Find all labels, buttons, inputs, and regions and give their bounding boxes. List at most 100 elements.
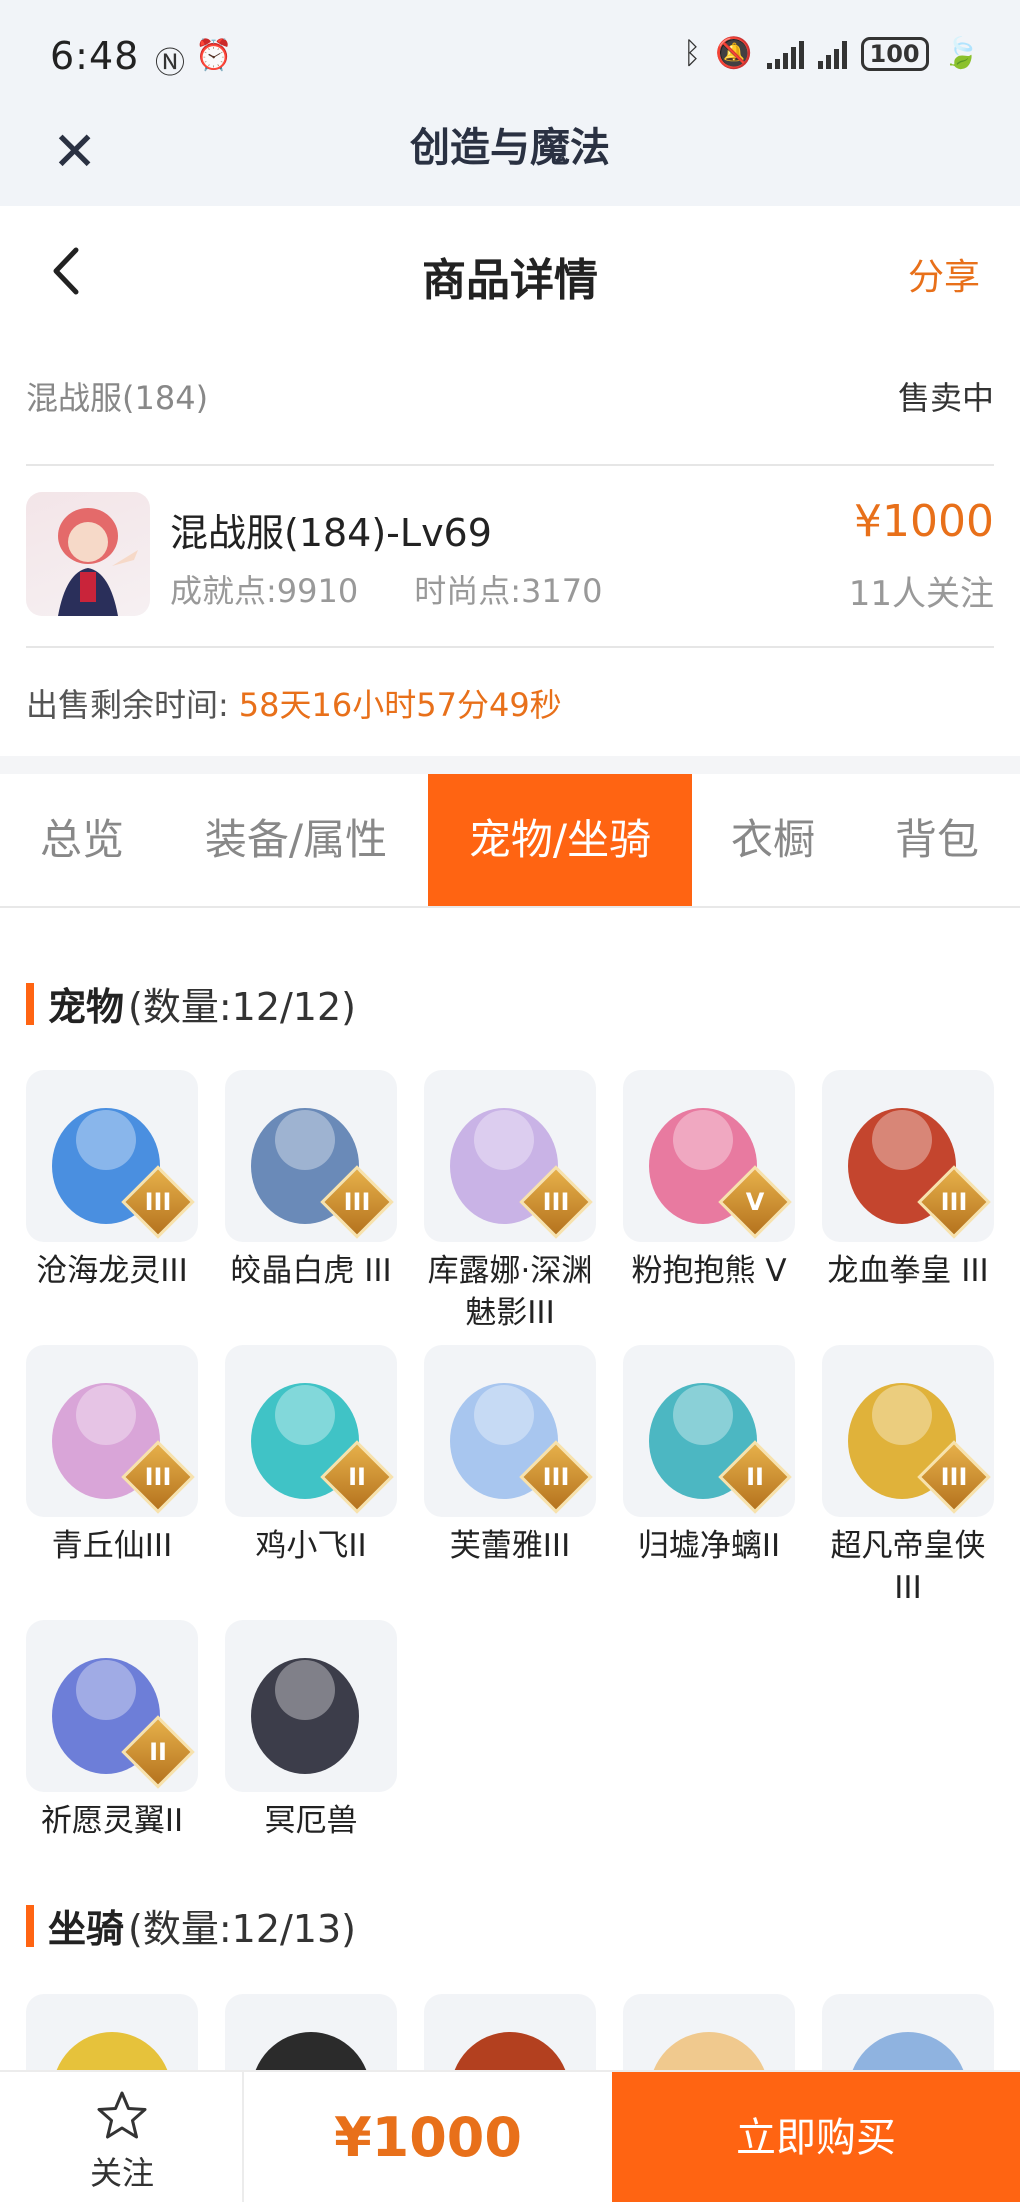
mount-item[interactable] [26,1994,198,2070]
status-time: 6:48 [50,34,140,78]
pet-name: 归墟净螭II [637,1528,781,1564]
pet-name: 祈愿灵翼II [40,1803,184,1839]
tier-label: III [144,1188,172,1216]
back-icon[interactable] [46,246,90,296]
battery-icon: 100 [860,36,929,71]
mount-item[interactable] [623,1994,795,2070]
share-button[interactable]: 分享 [908,248,980,300]
tier-label: II [348,1463,366,1491]
mounts-count: (数量:12/13) [128,1907,356,1951]
tab-backpack[interactable]: 背包 [854,774,1020,906]
tier-label: V [745,1188,765,1216]
remaining-time-value: 58天16小时57分49秒 [238,686,562,724]
mount-grid [26,1994,996,2070]
pet-item[interactable]: III 超凡帝皇侠III [822,1345,994,1609]
alarm-icon: ⏰ [195,38,233,73]
tier-label: II [149,1738,167,1766]
pet-thumbnail: III [822,1070,994,1242]
mount-thumbnail [225,1994,397,2070]
mounts-title: 坐骑 [48,1907,125,1951]
server-name: 混战服(184) [26,379,209,417]
mount-item[interactable] [225,1994,397,2070]
character-summary[interactable]: 混战服(184)-Lv69 成就点:9910 时尚点:3170 ¥1000 11… [26,466,994,648]
pet-name: 冥厄兽 [264,1803,358,1839]
server-row: 混战服(184) 售卖中 [26,368,994,466]
pet-item[interactable]: III 皎晶白虎 III [225,1070,397,1292]
bluetooth-icon: ᛒ [683,36,702,71]
pet-name: 鸡小飞II [255,1528,367,1564]
pet-thumbnail: III [26,1345,198,1517]
remaining-time: 出售剩余时间: 58天16小时57分49秒 [26,680,562,726]
divider [0,756,1020,774]
pet-item[interactable]: II 归墟净螭II [623,1345,795,1567]
tier-label: III [542,1188,570,1216]
nfc-icon: Ⓝ [155,46,185,81]
status-left-icons: Ⓝ ⏰ [155,38,232,82]
character-name: 混战服(184)-Lv69 [170,511,492,555]
pet-name: 库露娜·深渊魅影III [427,1253,593,1331]
pet-item[interactable]: III 龙血拳皇 III [822,1070,994,1292]
pet-item[interactable]: II 祈愿灵翼II [26,1620,198,1842]
page-title: 商品详情 [422,255,598,306]
mount-thumbnail [623,1994,795,2070]
pet-name: 青丘仙III [51,1528,173,1564]
avatar [26,492,150,616]
pet-item[interactable]: III 沧海龙灵III [26,1070,198,1292]
tab-wardrobe[interactable]: 衣橱 [692,774,854,906]
tier-label: III [940,1188,968,1216]
pet-thumbnail: II [26,1620,198,1792]
tab-bar: 总览 装备/属性 宠物/坐骑 衣橱 背包 [0,774,1020,908]
mount-item[interactable] [822,1994,994,2070]
achievement-points: 成就点:9910 [170,572,359,610]
buy-now-button[interactable]: 立即购买 [612,2072,1020,2202]
mount-thumbnail [424,1994,596,2070]
follower-count: 11人关注 [848,574,994,614]
pet-name: 粉抱抱熊 V [631,1253,787,1289]
pet-item[interactable]: II 鸡小飞II [225,1345,397,1567]
pet-name: 沧海龙灵III [36,1253,188,1289]
tier-label: III [940,1463,968,1491]
pet-item[interactable]: V 粉抱抱熊 V [623,1070,795,1292]
pet-thumbnail: III [424,1070,596,1242]
tier-label: II [746,1463,764,1491]
mute-icon: 🔕 [715,36,753,71]
section-marker [26,1904,34,1947]
pet-thumbnail: II [225,1345,397,1517]
tab-pets-mounts[interactable]: 宠物/坐骑 [428,774,692,906]
pet-item[interactable]: III 库露娜·深渊魅影III [424,1070,596,1334]
app-title: 创造与魔法 [410,125,610,171]
pet-name: 龙血拳皇 III [827,1253,989,1289]
mount-thumbnail [822,1994,994,2070]
close-icon[interactable]: ✕ [52,114,97,190]
star-icon [97,2091,147,2139]
tab-overview[interactable]: 总览 [0,774,164,906]
status-right-icons: ᛒ 🔕 100 🍃 [683,36,980,71]
app-bar: 创造与魔法 ✕ [0,110,1020,206]
pet-name: 超凡帝皇侠III [830,1528,986,1606]
pets-count: (数量:12/12) [128,985,356,1029]
character-stats: 成就点:9910 时尚点:3170 [170,566,602,612]
mount-item[interactable] [424,1994,596,2070]
signal-icon-2 [817,39,847,69]
bottom-action-bar: 关注 ¥1000 立即购买 [0,2070,1020,2202]
pets-title: 宠物 [48,985,125,1029]
pet-thumbnail: III [26,1070,198,1242]
follow-button[interactable]: 关注 [0,2072,244,2202]
tier-label: III [144,1463,172,1491]
pet-thumbnail: III [225,1070,397,1242]
pet-thumbnail: II [623,1345,795,1517]
follow-label: 关注 [89,2154,154,2192]
pet-item[interactable]: III 芙蕾雅III [424,1345,596,1567]
signal-icon [766,39,804,69]
leaf-icon: 🍃 [942,36,980,71]
pet-item[interactable]: 冥厄兽 [225,1620,397,1842]
status-bar: 6:48 Ⓝ ⏰ ᛒ 🔕 100 🍃 [0,0,1020,110]
status-badge: 售卖中 [897,379,994,417]
total-price: ¥1000 [334,2106,522,2169]
tab-equipment[interactable]: 装备/属性 [164,774,428,906]
tier-label: III [542,1463,570,1491]
pet-name: 皎晶白虎 III [230,1253,392,1289]
fashion-points: 时尚点:3170 [414,572,603,610]
page-header: 商品详情 分享 [0,206,1020,336]
pet-item[interactable]: III 青丘仙III [26,1345,198,1567]
